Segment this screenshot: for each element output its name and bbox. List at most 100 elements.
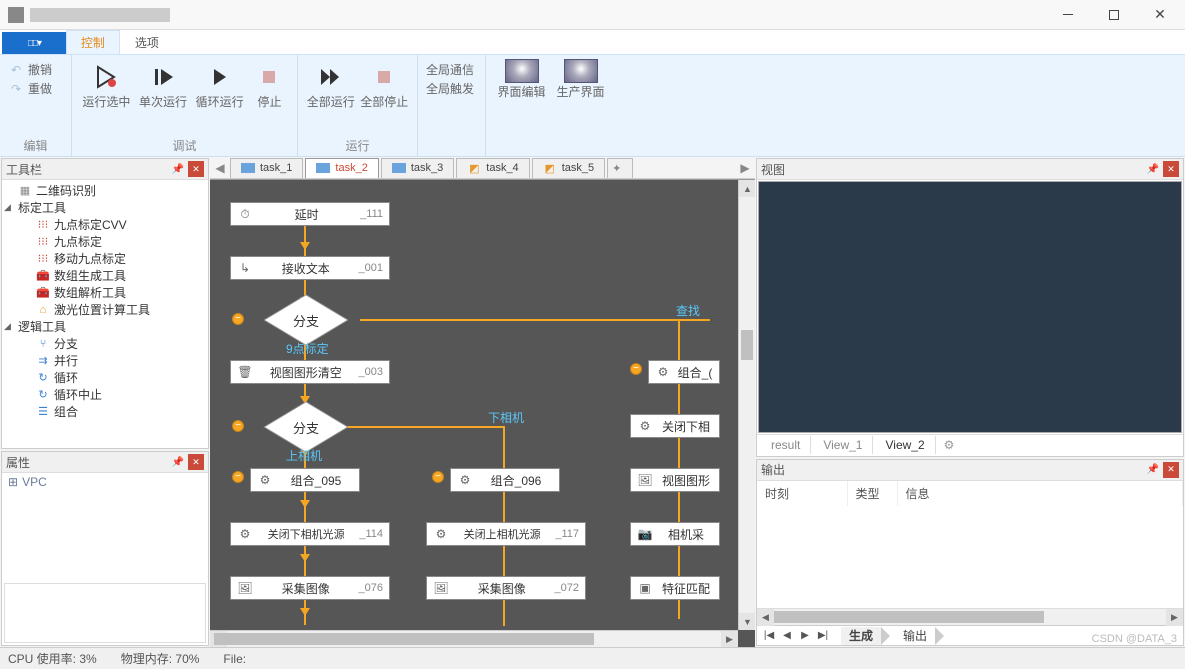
col-time[interactable]: 时刻 [757, 481, 847, 506]
caret-icon[interactable]: ◢ [4, 321, 14, 332]
tree-item-qrcode[interactable]: 二维码识别 [36, 182, 96, 199]
tab-task2[interactable]: task_2 [305, 158, 378, 178]
scroll-thumb[interactable] [774, 611, 1044, 623]
scroll-down-icon[interactable]: ▼ [739, 613, 755, 630]
expand-icon[interactable]: ⊞ [8, 475, 18, 489]
tree-item[interactable]: 九点标定CVV [54, 216, 127, 233]
close-button[interactable]: ✕ [1137, 0, 1183, 30]
toolbox-tree[interactable]: ▦二维码识别 ◢标定工具 ⁝⁝⁝九点标定CVV ⁝⁝⁝九点标定 ⁝⁝⁝移动九点标… [2, 180, 208, 422]
scroll-right-icon[interactable]: ▶ [1166, 609, 1183, 626]
nav-next-icon[interactable]: ▶ [797, 630, 813, 641]
scroll-up-icon[interactable]: ▲ [739, 180, 755, 197]
flowchart-canvas[interactable]: ⏱延时_111 ↳接收文本_001 − 分支 查找 9点标定 🗑视图图形清空_0… [210, 179, 755, 647]
nav-prev-icon[interactable]: ◀ [779, 630, 795, 641]
nav-last-icon[interactable]: ▶| [815, 630, 831, 641]
tabs-scroll-right[interactable]: ▶ [735, 161, 755, 175]
tree-item[interactable]: 并行 [54, 352, 78, 369]
tab-task3[interactable]: task_3 [381, 158, 454, 178]
redo-button[interactable]: ↷重做 [8, 80, 52, 97]
node-branch-1[interactable]: 分支 [246, 298, 366, 342]
collapse-toggle[interactable]: − [232, 471, 244, 483]
node-close-lower-light[interactable]: ⚙关闭下相机光源_114 [230, 522, 390, 546]
canvas-scrollbar-vertical[interactable]: ▲ ▼ [738, 180, 755, 630]
tree-item[interactable]: 组合 [54, 403, 78, 420]
run-selected-button[interactable]: 运行选中 [80, 59, 133, 109]
view-canvas[interactable] [758, 181, 1182, 433]
production-ui-button[interactable]: 生产界面 [553, 59, 608, 99]
node-delay[interactable]: ⏱延时_111 [230, 202, 390, 226]
run-all-button[interactable]: 全部运行 [306, 59, 356, 109]
caret-icon[interactable]: ◢ [4, 202, 14, 213]
node-combine-right[interactable]: ⚙组合_( [648, 360, 720, 384]
tree-item[interactable]: 数组解析工具 [54, 284, 126, 301]
attr-vpc[interactable]: VPC [22, 475, 47, 489]
scroll-thumb[interactable] [741, 330, 753, 360]
pin-icon[interactable]: 📌 [170, 454, 186, 470]
node-feature-match[interactable]: ▣特征匹配 [630, 576, 720, 600]
col-type[interactable]: 类型 [847, 481, 897, 506]
stop-all-button[interactable]: 全部停止 [360, 59, 410, 109]
collapse-toggle[interactable]: − [232, 420, 244, 432]
tab-add[interactable]: ✦ [607, 158, 633, 178]
tabs-scroll-left[interactable]: ◀ [210, 161, 230, 175]
viewtab-view2[interactable]: View_2 [875, 436, 935, 454]
tree-item[interactable]: 数组生成工具 [54, 267, 126, 284]
maximize-button[interactable] [1091, 0, 1137, 30]
node-camera-capture[interactable]: 📷相机采 [630, 522, 720, 546]
node-capture-image-2[interactable]: 🖼采集图像_072 [426, 576, 586, 600]
node-close-upper-light[interactable]: ⚙关闭上相机光源_117 [426, 522, 586, 546]
node-view-shape[interactable]: 🖼视图图形 [630, 468, 720, 492]
output-scrollbar[interactable]: ◀ ▶ [757, 608, 1183, 625]
scroll-right-icon[interactable]: ▶ [721, 631, 738, 647]
node-close-lower-cam[interactable]: ⚙关闭下相 [630, 414, 720, 438]
tree-item-calib[interactable]: 标定工具 [18, 199, 66, 216]
collapse-toggle[interactable]: − [232, 313, 244, 325]
global-trigger-button[interactable]: 全局触发 [426, 80, 474, 97]
tab-task1[interactable]: task_1 [230, 158, 303, 178]
tree-item[interactable]: 激光位置计算工具 [54, 301, 150, 318]
node-branch-2[interactable]: 分支 [246, 405, 366, 449]
node-receive-text[interactable]: ↳接收文本_001 [230, 256, 390, 280]
viewtab-result[interactable]: result [761, 436, 811, 454]
tree-item-logic[interactable]: 逻辑工具 [18, 318, 66, 335]
viewtab-view1[interactable]: View_1 [813, 436, 873, 454]
pin-icon[interactable]: 📌 [1145, 462, 1161, 478]
minimize-button[interactable] [1045, 0, 1091, 30]
collapse-toggle[interactable]: − [432, 471, 444, 483]
tab-task5[interactable]: ◩task_5 [532, 158, 605, 178]
collapse-toggle[interactable]: − [630, 363, 642, 375]
step-run-button[interactable]: 单次运行 [137, 59, 190, 109]
ui-edit-button[interactable]: 界面编辑 [494, 59, 549, 99]
close-pane-icon[interactable]: ✕ [1163, 161, 1179, 177]
pin-icon[interactable]: 📌 [170, 161, 186, 177]
scroll-thumb[interactable] [214, 633, 594, 645]
tab-task4[interactable]: ◩task_4 [456, 158, 529, 178]
node-combine-96[interactable]: ⚙组合_096 [450, 468, 560, 492]
stop-button[interactable]: 停止 [250, 59, 289, 109]
tree-item[interactable]: 分支 [54, 335, 78, 352]
tree-item[interactable]: 九点标定 [54, 233, 102, 250]
close-pane-icon[interactable]: ✕ [188, 454, 204, 470]
viewtab-settings-icon[interactable]: ⚙ [938, 438, 961, 452]
tab-control[interactable]: 控制 [66, 30, 120, 54]
canvas-scrollbar-horizontal[interactable]: ◀ ▶ [210, 630, 738, 647]
node-capture-image-1[interactable]: 🖼采集图像_076 [230, 576, 390, 600]
nav-first-icon[interactable]: |◀ [761, 630, 777, 641]
tree-item[interactable]: 循环 [54, 369, 78, 386]
app-menu[interactable]: □□ ▾ [2, 32, 66, 54]
tab-options[interactable]: 选项 [120, 30, 174, 54]
tree-item[interactable]: 循环中止 [54, 386, 102, 403]
node-combine-95[interactable]: ⚙组合_095 [250, 468, 360, 492]
node-view-clear[interactable]: 🗑视图图形清空_003 [230, 360, 390, 384]
bottomtab-output[interactable]: 输出 [895, 627, 935, 645]
loop-run-button[interactable]: 循环运行 [193, 59, 246, 109]
bottomtab-generate[interactable]: 生成 [841, 627, 881, 645]
scroll-left-icon[interactable]: ◀ [757, 609, 774, 626]
global-comm-button[interactable]: 全局通信 [426, 61, 474, 78]
undo-button[interactable]: ↶撤销 [8, 61, 52, 78]
pin-icon[interactable]: 📌 [1145, 161, 1161, 177]
col-info[interactable]: 信息 [897, 481, 1183, 506]
tree-item[interactable]: 移动九点标定 [54, 250, 126, 267]
close-pane-icon[interactable]: ✕ [188, 161, 204, 177]
close-pane-icon[interactable]: ✕ [1163, 462, 1179, 478]
